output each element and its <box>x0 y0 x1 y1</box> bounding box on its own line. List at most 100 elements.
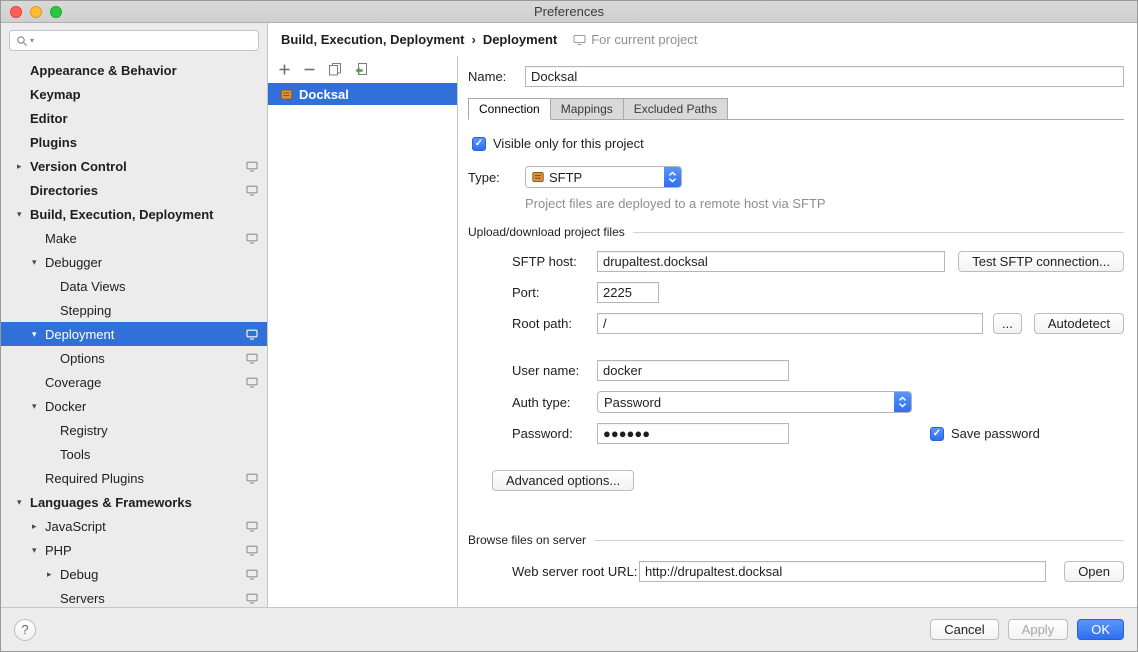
project-level-icon <box>246 545 258 556</box>
sidebar-item-label: Languages & Frameworks <box>30 495 192 510</box>
project-level-icon <box>246 329 258 340</box>
dropdown-stepper-icon <box>664 167 681 187</box>
server-toolbar <box>268 56 457 80</box>
preferences-window: Preferences ▾ Appearance & BehaviorKeyma… <box>0 0 1138 652</box>
browse-root-path-button[interactable]: ... <box>993 313 1022 334</box>
sftp-host-input[interactable] <box>597 251 945 272</box>
auth-type-value: Password <box>604 395 889 410</box>
autodetect-button[interactable]: Autodetect <box>1034 313 1124 334</box>
password-row: Password: Save password <box>512 423 1124 444</box>
tabbar-filler <box>728 98 1124 120</box>
sidebar-item-languages-frameworks[interactable]: ▾Languages & Frameworks <box>1 490 267 514</box>
sidebar-item-label: JavaScript <box>45 519 106 534</box>
tab-excluded-paths[interactable]: Excluded Paths <box>623 98 728 120</box>
sidebar-item-data-views[interactable]: Data Views <box>1 274 267 298</box>
sidebar-item-deployment[interactable]: ▾Deployment <box>1 322 267 346</box>
web-root-input[interactable] <box>639 561 1046 582</box>
expand-arrow-icon[interactable]: ▸ <box>47 569 60 580</box>
sidebar-item-docker[interactable]: ▾Docker <box>1 394 267 418</box>
user-name-input[interactable] <box>597 360 789 381</box>
type-select[interactable]: SFTP <box>525 166 682 188</box>
sidebar-item-registry[interactable]: Registry <box>1 418 267 442</box>
collapse-arrow-icon[interactable]: ▾ <box>32 545 45 556</box>
sidebar-item-appearance-behavior[interactable]: Appearance & Behavior <box>1 58 267 82</box>
sidebar-item-label: Stepping <box>60 303 111 318</box>
sidebar-item-required-plugins[interactable]: Required Plugins <box>1 466 267 490</box>
sidebar-item-coverage[interactable]: Coverage <box>1 370 267 394</box>
breadcrumb-page: Deployment <box>483 32 557 47</box>
copy-server-icon[interactable] <box>328 62 342 76</box>
collapse-arrow-icon[interactable]: ▾ <box>17 209 30 220</box>
sidebar-item-editor[interactable]: Editor <box>1 106 267 130</box>
password-input[interactable] <box>597 423 789 444</box>
sidebar-item-build-execution-deployment[interactable]: ▾Build, Execution, Deployment <box>1 202 267 226</box>
zoom-window-button[interactable] <box>50 6 62 18</box>
tab-mappings[interactable]: Mappings <box>550 98 624 120</box>
sidebar-item-version-control[interactable]: ▸Version Control <box>1 154 267 178</box>
sidebar-item-servers[interactable]: Servers <box>1 586 267 607</box>
collapse-arrow-icon[interactable]: ▾ <box>32 401 45 412</box>
sidebar-item-label: Options <box>60 351 105 366</box>
type-label: Type: <box>468 170 525 185</box>
close-window-button[interactable] <box>10 6 22 18</box>
server-list: Docksal <box>268 80 457 607</box>
sftp-host-label: SFTP host: <box>512 254 597 269</box>
collapse-arrow-icon[interactable]: ▾ <box>17 497 30 508</box>
tab-connection[interactable]: Connection <box>468 98 551 120</box>
apply-button[interactable]: Apply <box>1008 619 1069 640</box>
project-level-icon <box>246 353 258 364</box>
sidebar-item-tools[interactable]: Tools <box>1 442 267 466</box>
sidebar-item-label: Servers <box>60 591 105 606</box>
sidebar-item-stepping[interactable]: Stepping <box>1 298 267 322</box>
visible-only-checkbox[interactable] <box>472 137 486 151</box>
remove-server-icon[interactable] <box>303 63 316 76</box>
section-divider <box>594 540 1124 541</box>
sidebar-item-plugins[interactable]: Plugins <box>1 130 267 154</box>
project-level-icon <box>246 233 258 244</box>
breadcrumb-separator-icon: › <box>471 32 475 47</box>
web-root-row: Web server root URL: Open <box>512 561 1124 582</box>
sidebar-item-label: Required Plugins <box>45 471 144 486</box>
sidebar-item-keymap[interactable]: Keymap <box>1 82 267 106</box>
expand-arrow-icon[interactable]: ▸ <box>17 161 30 172</box>
sidebar-item-php[interactable]: ▾PHP <box>1 538 267 562</box>
paste-server-icon[interactable] <box>354 62 368 76</box>
section-divider <box>633 232 1124 233</box>
auth-type-select[interactable]: Password <box>597 391 912 413</box>
expand-arrow-icon[interactable]: ▸ <box>32 521 45 532</box>
minimize-window-button[interactable] <box>30 6 42 18</box>
open-url-button[interactable]: Open <box>1064 561 1124 582</box>
collapse-arrow-icon[interactable]: ▾ <box>32 257 45 268</box>
visible-only-label: Visible only for this project <box>493 136 644 151</box>
sidebar-item-directories[interactable]: Directories <box>1 178 267 202</box>
save-password-checkbox[interactable] <box>930 427 944 441</box>
sidebar-item-options[interactable]: Options <box>1 346 267 370</box>
deployment-form: Name: ConnectionMappingsExcluded Paths V… <box>458 56 1137 607</box>
name-label: Name: <box>468 69 525 84</box>
search-options-arrow-icon[interactable]: ▾ <box>30 36 34 45</box>
server-item-docksal[interactable]: Docksal <box>268 83 457 105</box>
collapse-arrow-icon[interactable]: ▾ <box>32 329 45 340</box>
sidebar-item-make[interactable]: Make <box>1 226 267 250</box>
sidebar-item-javascript[interactable]: ▸JavaScript <box>1 514 267 538</box>
test-sftp-connection-button[interactable]: Test SFTP connection... <box>958 251 1124 272</box>
search-icon <box>16 35 28 47</box>
sidebar-item-debugger[interactable]: ▾Debugger <box>1 250 267 274</box>
port-input[interactable] <box>597 282 659 303</box>
help-button[interactable]: ? <box>14 619 36 641</box>
cancel-button[interactable]: Cancel <box>930 619 998 640</box>
visible-only-row: Visible only for this project <box>472 136 1124 151</box>
sidebar-item-debug[interactable]: ▸Debug <box>1 562 267 586</box>
sidebar-item-label: Build, Execution, Deployment <box>30 207 213 222</box>
dropdown-stepper-icon <box>894 392 911 412</box>
name-input[interactable] <box>525 66 1124 87</box>
advanced-options-button[interactable]: Advanced options... <box>492 470 634 491</box>
ok-button[interactable]: OK <box>1077 619 1124 640</box>
settings-search-input[interactable]: ▾ <box>9 30 259 51</box>
port-label: Port: <box>512 285 597 300</box>
root-path-input[interactable] <box>597 313 983 334</box>
sidebar-item-label: Appearance & Behavior <box>30 63 177 78</box>
breadcrumb-section[interactable]: Build, Execution, Deployment <box>281 32 464 47</box>
add-server-icon[interactable] <box>278 63 291 76</box>
sidebar-item-label: Debug <box>60 567 98 582</box>
